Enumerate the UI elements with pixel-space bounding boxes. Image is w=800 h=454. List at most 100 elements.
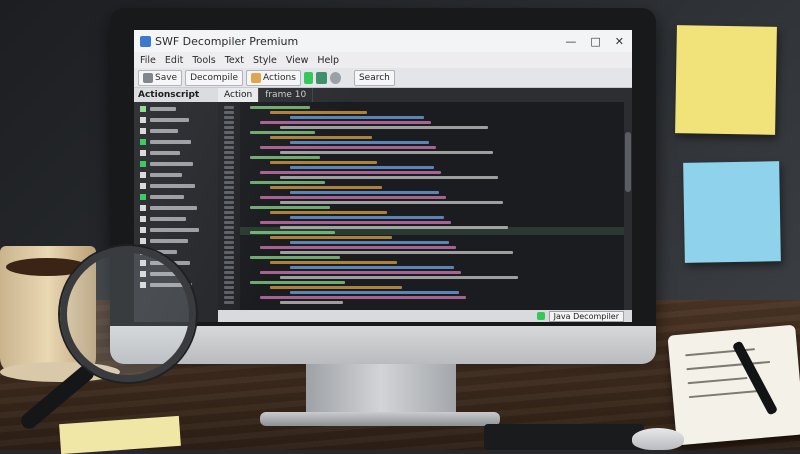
status-ok-icon bbox=[536, 312, 545, 320]
tree-item[interactable] bbox=[140, 182, 218, 190]
play-icon[interactable] bbox=[303, 71, 313, 84]
tree-item[interactable] bbox=[140, 215, 218, 223]
line-number bbox=[224, 256, 234, 259]
tree-item[interactable] bbox=[140, 226, 218, 234]
monitor-stand-neck bbox=[306, 364, 456, 418]
window-controls: — □ ✕ bbox=[565, 35, 632, 48]
refresh-icon[interactable] bbox=[329, 71, 341, 84]
tree-item-label bbox=[150, 195, 184, 199]
code-line bbox=[290, 266, 454, 269]
line-number bbox=[224, 281, 234, 284]
code-line bbox=[270, 111, 367, 114]
actions-button[interactable]: Actions bbox=[246, 69, 301, 86]
tab-frame[interactable]: frame 10 bbox=[259, 88, 314, 102]
code-editor[interactable] bbox=[218, 102, 624, 310]
tree-arrow-icon bbox=[140, 205, 146, 211]
tree-item[interactable] bbox=[140, 105, 218, 113]
magnifier-icon bbox=[60, 246, 196, 382]
line-number bbox=[224, 231, 234, 234]
line-number bbox=[224, 136, 234, 139]
search-button[interactable]: Search bbox=[353, 69, 395, 86]
tree-arrow-icon bbox=[140, 106, 146, 112]
tree-item[interactable] bbox=[140, 149, 218, 157]
close-button[interactable]: ✕ bbox=[615, 35, 624, 48]
code-line bbox=[270, 286, 402, 289]
menu-tools[interactable]: Tools bbox=[192, 55, 215, 66]
tree-item[interactable] bbox=[140, 237, 218, 245]
tree-arrow-icon bbox=[140, 139, 146, 145]
tree-item[interactable] bbox=[140, 171, 218, 179]
tree-arrow-icon bbox=[140, 161, 146, 167]
line-number bbox=[224, 176, 234, 179]
code-line bbox=[270, 161, 377, 164]
line-number bbox=[224, 121, 234, 124]
line-number bbox=[224, 236, 234, 239]
tree-item[interactable] bbox=[140, 193, 218, 201]
tree-arrow-icon bbox=[140, 172, 146, 178]
line-number bbox=[224, 261, 234, 264]
tree-item-label bbox=[150, 184, 195, 188]
decompile-button[interactable]: Decompile bbox=[185, 69, 244, 86]
tree-item-label bbox=[150, 217, 186, 221]
export-icon[interactable] bbox=[315, 71, 327, 84]
tree-arrow-icon bbox=[140, 238, 146, 244]
code-line bbox=[270, 261, 397, 264]
minimize-button[interactable]: — bbox=[565, 35, 576, 48]
line-number bbox=[224, 196, 234, 199]
decompile-label: Decompile bbox=[190, 72, 239, 83]
line-number bbox=[224, 216, 234, 219]
code-line bbox=[260, 221, 451, 224]
menu-text[interactable]: Text bbox=[225, 55, 244, 66]
maximize-button[interactable]: □ bbox=[590, 35, 600, 48]
tab-action[interactable]: Action bbox=[218, 88, 260, 102]
line-number bbox=[224, 141, 234, 144]
line-number bbox=[224, 171, 234, 174]
code-line bbox=[290, 241, 449, 244]
menu-help[interactable]: Help bbox=[317, 55, 339, 66]
line-number bbox=[224, 271, 234, 274]
notebook-line bbox=[687, 376, 748, 385]
code-line bbox=[250, 106, 310, 109]
menu-bar: File Edit Tools Text Style View Help bbox=[134, 52, 632, 68]
tree-arrow-icon bbox=[140, 183, 146, 189]
tree-item-label bbox=[150, 118, 189, 122]
line-number bbox=[224, 251, 234, 254]
editor-tabs: Action frame 10 bbox=[218, 88, 632, 102]
monitor: SWF Decompiler Premium — □ ✕ File Edit T… bbox=[110, 8, 656, 426]
code-line bbox=[280, 301, 343, 304]
code-line bbox=[290, 116, 424, 119]
menu-edit[interactable]: Edit bbox=[165, 55, 183, 66]
code-line bbox=[280, 176, 498, 179]
code-line bbox=[280, 276, 518, 279]
actions-label: Actions bbox=[263, 72, 296, 83]
line-number bbox=[224, 116, 234, 119]
code-line bbox=[270, 136, 372, 139]
notebook-line bbox=[688, 389, 767, 399]
code-line bbox=[260, 196, 446, 199]
scrollbar-thumb[interactable] bbox=[625, 132, 631, 192]
editor-scrollbar[interactable] bbox=[624, 102, 632, 310]
tree-item[interactable] bbox=[140, 127, 218, 135]
menu-style[interactable]: Style bbox=[253, 55, 277, 66]
window-title: SWF Decompiler Premium bbox=[155, 34, 299, 48]
tree-item[interactable] bbox=[140, 160, 218, 168]
tree-item[interactable] bbox=[140, 138, 218, 146]
save-icon bbox=[143, 72, 153, 83]
save-button[interactable]: Save bbox=[138, 69, 183, 86]
line-number bbox=[224, 151, 234, 154]
tree-item[interactable] bbox=[140, 116, 218, 124]
tree-item-label bbox=[150, 129, 178, 133]
tree-item-label bbox=[150, 107, 176, 111]
blue-sticky-note bbox=[683, 161, 781, 263]
menu-view[interactable]: View bbox=[286, 55, 309, 66]
code-line bbox=[250, 281, 345, 284]
status-decompiler[interactable]: Java Decompiler bbox=[548, 310, 624, 322]
line-number bbox=[224, 206, 234, 209]
tree-item[interactable] bbox=[140, 204, 218, 212]
save-label: Save bbox=[155, 72, 178, 83]
code-line bbox=[250, 181, 325, 184]
line-number bbox=[224, 191, 234, 194]
menu-file[interactable]: File bbox=[140, 55, 156, 66]
line-number bbox=[224, 126, 234, 129]
tree-item-label bbox=[150, 173, 182, 177]
